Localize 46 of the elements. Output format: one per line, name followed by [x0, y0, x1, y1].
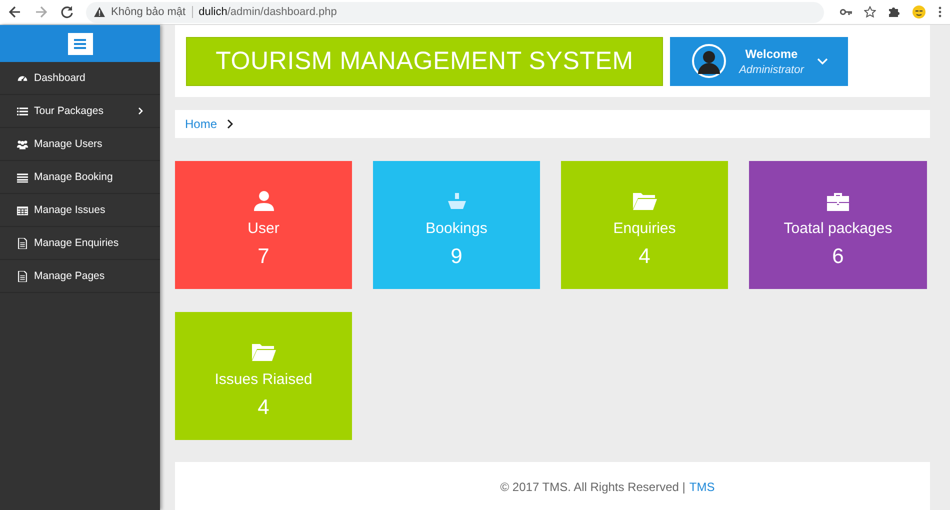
breadcrumb-link[interactable]: Home [185, 117, 218, 131]
document-icon [17, 238, 28, 248]
puzzle-icon[interactable] [888, 6, 900, 18]
card-label: Bookings [426, 220, 488, 236]
card-count: 4 [258, 396, 270, 420]
card-count: 4 [638, 244, 650, 268]
menu-icon[interactable] [938, 6, 942, 18]
list-icon [17, 106, 28, 116]
users-icon [17, 138, 28, 150]
copyright-text: © 2017 TMS. All Rights Reserved | [500, 480, 686, 496]
card-label: User [248, 220, 280, 236]
sidebar-item[interactable]: Tour Packages [0, 95, 160, 128]
sidebar-item[interactable]: Dashboard [0, 62, 160, 95]
table-icon [17, 204, 28, 216]
chevron-down-icon [817, 58, 828, 64]
reload-icon[interactable] [60, 5, 74, 19]
url-text: dulich/admin/dashboard.php [198, 6, 337, 18]
sidebar-item[interactable]: Manage Issues [0, 194, 160, 227]
menu-toggle-button[interactable] [68, 32, 92, 54]
warning-icon [94, 7, 105, 17]
sidebar-item[interactable]: Manage Pages [0, 260, 160, 293]
card-label: Toatal packages [784, 220, 892, 236]
key-icon[interactable] [840, 8, 852, 16]
address-bar[interactable]: Không bảo mật dulich/admin/dashboard.php [86, 2, 824, 22]
back-icon[interactable] [8, 5, 22, 19]
welcome-text: Welcome [745, 46, 798, 60]
stat-card[interactable]: Toatal packages 6 [749, 161, 927, 289]
star-icon[interactable] [864, 6, 876, 18]
document-icon [17, 270, 28, 282]
app-title: TOURISM MANAGEMENT SYSTEM [186, 36, 663, 86]
footer-link[interactable]: TMS [689, 480, 715, 510]
chevron-right-icon [227, 119, 234, 129]
security-label: Không bảo mật [111, 6, 186, 18]
menu-icon [74, 38, 86, 48]
card-label: Issues Riaised [214, 370, 312, 388]
card-count: 6 [832, 244, 844, 268]
user-avatar-icon [692, 44, 726, 78]
sidebar-item[interactable]: Manage Enquiries [0, 227, 160, 260]
sidebar-item[interactable]: Manage Users [0, 128, 160, 161]
card-count: 9 [450, 244, 462, 268]
card-count: 7 [258, 244, 270, 268]
list-icon [17, 172, 28, 182]
role-text: Administrator [739, 64, 804, 76]
avatar-icon[interactable] [912, 5, 926, 19]
sidebar-item[interactable]: Manage Booking [0, 161, 160, 194]
card-label: Enquiries [613, 220, 676, 236]
